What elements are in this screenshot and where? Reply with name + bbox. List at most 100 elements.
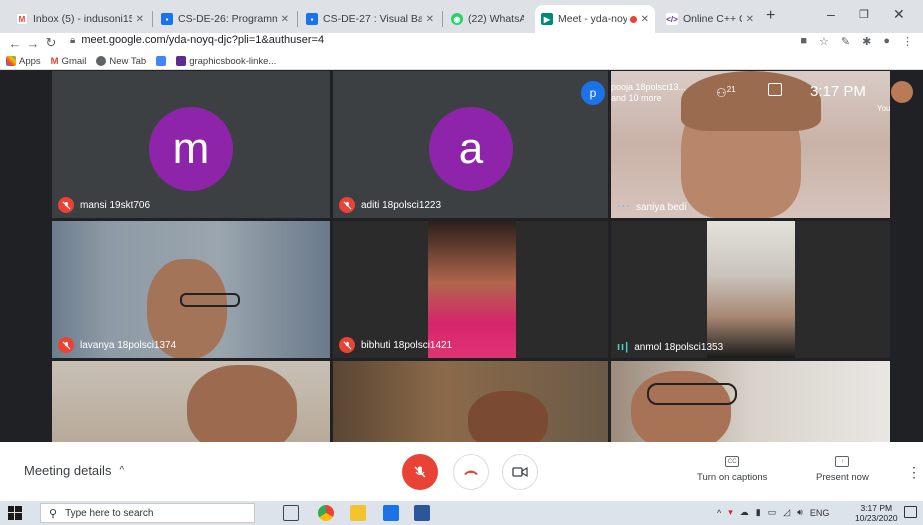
participants-line1: pooja 18polsci13... [611,82,687,92]
tab-gmail[interactable]: M Inbox (5) - indusoni150 ✕ [10,5,150,33]
star-icon[interactable]: ☆ [819,35,829,48]
participant-name: mansi 19skt706 [80,199,151,211]
participant-video [707,221,795,358]
meet-controls-bar: Meeting details ^ CC Turn on captions ↑ … [0,442,923,501]
restore-icon[interactable]: ❐ [859,8,869,21]
people-count: 21 [726,85,736,94]
close-icon[interactable]: ✕ [136,14,144,25]
file-explorer-icon[interactable] [350,505,366,521]
tab-cpp-compiler[interactable]: </> Online C++ Compiler - ✕ [660,5,760,33]
reload-icon[interactable]: ↻ [42,35,60,51]
participant-tile[interactable]: ıı| anmol 18polsci1353 [611,221,890,358]
participant-name: saniya bedi [636,201,687,213]
address-bar[interactable]: 🔒︎ meet.google.com/yda-noyq-djc?pli=1&aut… [70,34,324,46]
participants-line2: and 10 more [611,93,662,103]
meeting-details-button[interactable]: Meeting details ^ [24,463,124,478]
audio-level-icon: ıı| [617,341,630,353]
forward-icon[interactable]: → [24,36,42,51]
participant-tile[interactable]: a aditi 18polsci1223 [333,71,608,218]
participant-tile[interactable] [611,361,890,442]
tab-classroom-26[interactable]: ▪ CS-DE-26: Programmin ✕ [155,5,295,33]
usb-icon[interactable]: ▮ [756,507,761,518]
more-options-icon[interactable]: ⋮ [907,464,921,481]
participant-tile[interactable]: lavanya 18polsci1374 [52,221,330,358]
docs-icon [156,56,167,66]
new-tab-icon[interactable]: + [766,7,775,25]
chrome-icon[interactable] [318,505,334,521]
profile-icon[interactable]: ● [883,35,890,48]
windows-start-icon[interactable] [8,506,22,520]
chat-icon[interactable] [768,83,782,96]
search-placeholder: Type here to search [65,507,154,519]
cloud-icon[interactable]: ☁ [740,507,749,518]
pen-icon[interactable]: ✎ [841,35,850,48]
participants-summary[interactable]: p pooja 18polsci13... and 10 more [581,81,701,105]
battery-icon[interactable]: ▭ [768,507,777,518]
bookmark-label: Gmail [61,55,87,67]
classroom-icon: ▪ [306,13,318,25]
language-indicator[interactable]: ENG [810,508,830,518]
mic-off-icon [58,197,74,213]
audio-indicator-icon: ··· [617,201,631,213]
participant-tile[interactable] [333,361,608,442]
hang-up-button[interactable] [453,454,489,490]
tab-whatsapp[interactable]: ◉ (22) WhatsApp [445,5,530,33]
app-icon-2[interactable] [414,505,430,521]
participant-name: anmol 18polsci1353 [634,341,724,353]
participant-video [468,391,548,442]
participant-name: bibhuti 18polsci1421 [361,339,453,351]
notification-icon[interactable] [904,506,917,518]
self-view[interactable]: You [877,81,915,113]
microphone-toggle-button[interactable] [402,454,438,490]
mic-off-icon [414,466,426,478]
meeting-time: 3:17 PM [810,83,866,100]
classroom-icon: ▪ [161,13,173,25]
menu-icon[interactable]: ⋮ [902,35,913,48]
window-close-icon[interactable]: ✕ [893,6,905,23]
whatsapp-icon: ◉ [451,13,463,25]
camera-toggle-button[interactable] [502,454,538,490]
tab-meet[interactable]: ▶ Meet - yda-noyq-d ✕ [535,5,655,33]
chevron-up-icon[interactable]: ^ [717,508,721,518]
present-label: Present now [816,472,869,483]
participant-tile[interactable]: m mansi 19skt706 [52,71,330,218]
bookmark-newtab[interactable]: New Tab [96,56,146,67]
people-icon[interactable]: ⚇21 [716,85,736,100]
close-icon[interactable]: ✕ [746,14,754,25]
search-icon: ⚲ [49,507,58,520]
extension-icon[interactable]: ✱ [862,35,871,48]
minimize-icon[interactable]: – [827,6,835,22]
bookmark-gmail[interactable]: M Gmail [51,56,87,67]
close-icon[interactable]: ✕ [641,14,649,25]
tab-title: (22) WhatsApp [468,13,524,25]
camera-icon[interactable]: ■ [800,35,807,48]
task-view-icon[interactable] [283,505,299,521]
tab-strip: M Inbox (5) - indusoni150 ✕ ▪ CS-DE-26: … [0,0,923,33]
participant-tile[interactable] [52,361,330,442]
system-tray: ^ ▾ ☁ ▮ ▭ ◿ 🔊︎ ENG [717,507,829,518]
bookmark-docs[interactable] [156,56,167,66]
volume-icon[interactable]: 🔊︎ [797,507,803,518]
bookmark-apps[interactable]: Apps [6,56,41,67]
tab-title: Meet - yda-noyq-d [558,13,627,25]
lock-icon: 🔒︎ [70,35,76,46]
present-now-button[interactable]: ↑ Present now [816,456,869,483]
participant-tile[interactable]: bibhuti 18polsci1421 [333,221,608,358]
chevron-up-icon: ^ [119,465,125,476]
close-icon[interactable]: ✕ [281,14,289,25]
back-icon[interactable]: ← [6,36,24,51]
bookmark-graphicsbook[interactable]: graphicsbook-linke... [176,56,276,67]
avatar: a [429,107,513,191]
tab-classroom-27[interactable]: ▪ CS-DE-27 : Visual Basic ✕ [300,5,440,33]
meet-icon: ▶ [541,13,553,25]
app-icon[interactable] [383,505,399,521]
taskbar-clock[interactable]: 3:17 PM 10/23/2020 [855,503,898,523]
glasses-shape [180,293,240,307]
taskbar-search[interactable]: ⚲ Type here to search [40,503,255,523]
antivirus-icon[interactable]: ▾ [728,507,733,518]
close-icon[interactable]: ✕ [426,14,434,25]
wifi-icon[interactable]: ◿ [783,507,790,518]
windows-taskbar: ⚲ Type here to search ^ ▾ ☁ ▮ ▭ ◿ 🔊︎ ENG… [0,501,923,525]
participant-name: lavanya 18polsci1374 [80,339,177,351]
captions-button[interactable]: CC Turn on captions [697,456,767,483]
